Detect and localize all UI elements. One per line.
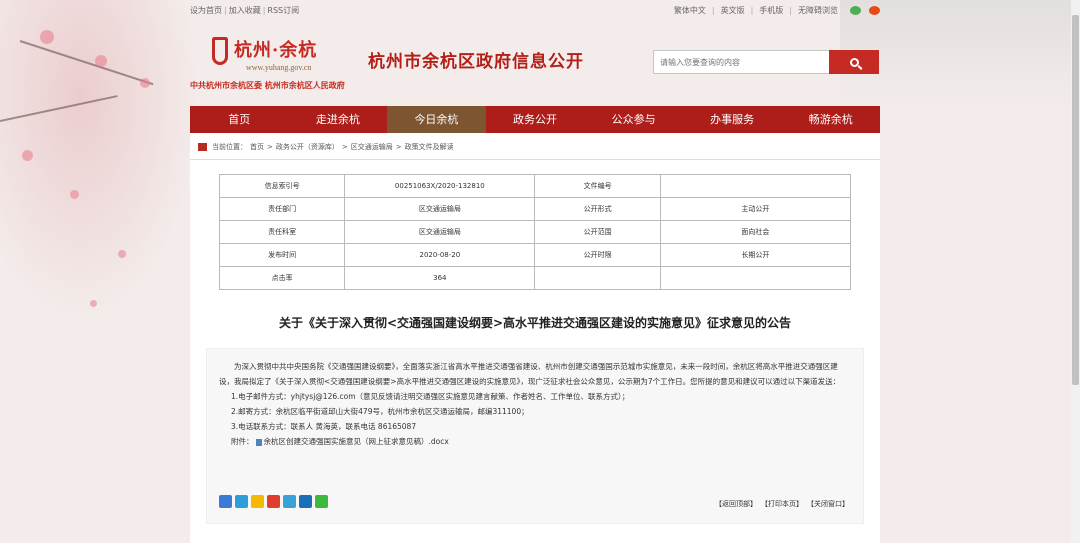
weibo-icon[interactable]: [869, 6, 880, 15]
info-value: 长期公开: [659, 243, 852, 267]
info-value: 区交通运输局: [344, 220, 536, 244]
main-content: 当前位置： 首页 > 政务公开（资源库） > 区交通运输局 > 政策文件及解读 信息索…: [190, 133, 880, 543]
logo-icon: [212, 37, 228, 65]
info-label: 点击率: [218, 266, 346, 290]
info-label: 责任科室: [218, 220, 346, 244]
main-nav: 首页 走进余杭 今日余杭 政务公开 公众参与 办事服务 畅游余杭: [190, 106, 880, 133]
breadcrumb-home[interactable]: 首页: [250, 142, 264, 152]
back-to-top-link[interactable]: 【返回顶部】: [715, 497, 757, 512]
wechat-icon[interactable]: [315, 495, 328, 508]
info-label: 公开形式: [534, 197, 661, 221]
blossom-decoration: [95, 55, 107, 67]
close-window-link[interactable]: 【关闭窗口】: [807, 497, 849, 512]
scrollbar-thumb[interactable]: [1072, 15, 1079, 385]
search-box: [653, 50, 879, 74]
branch-decoration: [0, 95, 118, 122]
location-icon: [198, 143, 207, 151]
document-title: 关于《关于深入贯彻<交通强国建设纲要>高水平推进交通强区建设的实施意见》征求意见…: [278, 316, 792, 330]
add-favorite-link[interactable]: 加入收藏: [229, 6, 261, 15]
breadcrumb: 当前位置： 首页 > 政务公开（资源库） > 区交通运输局 > 政策文件及解读: [198, 142, 454, 152]
blossom-decoration: [40, 30, 54, 44]
site-header: 杭州·余杭 www.yuhang.gov.cn 杭州市余杭区政府信息公开 中共杭…: [190, 30, 880, 100]
breadcrumb-transport-bureau[interactable]: 区交通运输局: [351, 142, 393, 152]
table-row: 发布时间 2020-08-20 公开时限 长期公开: [218, 243, 852, 267]
blossom-decoration: [22, 150, 33, 161]
qq-icon[interactable]: [235, 495, 248, 508]
top-utility-bar: 设为首页 | 加入收藏 | RSS订阅 繁体中文 | 英文版 | 手机版 | 无障碍浏览: [190, 4, 880, 18]
share-bar: [219, 495, 328, 508]
info-value: 00251063X/2020-132810: [344, 174, 536, 198]
info-value: 主动公开: [659, 197, 852, 221]
nav-item-today[interactable]: 今日余杭: [387, 106, 486, 133]
set-homepage-link[interactable]: 设为首页: [190, 6, 222, 15]
nav-item-tourism[interactable]: 畅游余杭: [781, 106, 880, 133]
blossom-decoration: [118, 250, 126, 258]
search-button[interactable]: [829, 50, 879, 74]
page-actions: 【返回顶部】 【打印本页】 【关闭窗口】: [715, 497, 849, 512]
nav-item-about[interactable]: 走进余杭: [289, 106, 388, 133]
table-row: 点击率 364: [218, 266, 852, 290]
breadcrumb-label: 当前位置：: [212, 143, 247, 151]
rss-link[interactable]: RSS订阅: [267, 6, 299, 15]
site-title: 杭州市余杭区政府信息公开: [368, 52, 584, 72]
print-page-link[interactable]: 【打印本页】: [761, 497, 803, 512]
search-input[interactable]: [654, 51, 830, 73]
table-row: 责任部门 区交通运输局 公开形式 主动公开: [218, 197, 852, 221]
channel-email: 1.电子邮件方式：yhjtysj@126.com（意见反馈请注明交通强区实施意见…: [231, 392, 630, 401]
blossom-decoration: [70, 190, 79, 199]
breadcrumb-gov-affairs[interactable]: 政务公开（资源库）: [276, 142, 339, 152]
header-subtitle: 中共杭州市余杭区委 杭州市余杭区人民政府: [190, 81, 345, 90]
nav-item-participation[interactable]: 公众参与: [584, 106, 683, 133]
info-table: 信息索引号 00251063X/2020-132810 文件编号 责任部门 区交…: [218, 174, 852, 290]
english-link[interactable]: 英文版: [721, 5, 745, 16]
info-label: 文件编号: [534, 174, 661, 198]
channel-mail: 2.邮寄方式：余杭区临平街道邱山大街479号，杭州市余杭区交通运输局，邮编311…: [231, 407, 529, 416]
nav-item-services[interactable]: 办事服务: [683, 106, 782, 133]
accessibility-link[interactable]: 无障碍浏览: [798, 5, 838, 16]
share-plus-icon[interactable]: [219, 495, 232, 508]
info-label: 公开范围: [534, 220, 661, 244]
info-value: 面向社会: [659, 220, 852, 244]
table-row: 信息索引号 00251063X/2020-132810 文件编号: [218, 174, 852, 198]
info-label: 信息索引号: [218, 174, 346, 198]
info-value: 2020-08-20: [344, 243, 536, 267]
info-value: 区交通运输局: [344, 197, 536, 221]
breadcrumb-policy[interactable]: 政策文件及解读: [405, 142, 454, 152]
document-intro: 为深入贯彻中共中央国务院《交通强国建设纲要》，全面落实浙江省高水平推进交通强省建…: [219, 362, 841, 386]
channel-phone: 3.电话联系方式：联系人 黄海英，联系电话 86165087: [231, 422, 417, 431]
tencent-weibo-icon[interactable]: [283, 495, 296, 508]
renren-icon[interactable]: [299, 495, 312, 508]
blossom-decoration: [90, 300, 97, 307]
logo-text: 杭州·余杭: [234, 40, 318, 61]
info-value: [659, 266, 852, 290]
vertical-scrollbar[interactable]: [1071, 0, 1080, 543]
branch-decoration: [19, 40, 154, 86]
nav-item-gov-affairs[interactable]: 政务公开: [486, 106, 585, 133]
blossom-decoration: [140, 78, 150, 88]
attachment-row: 附件： 余杭区创建交通强国实施意见（网上征求意见稿）.docx: [219, 434, 851, 449]
info-label: [534, 266, 661, 290]
info-label: 责任部门: [218, 197, 346, 221]
mobile-link[interactable]: 手机版: [759, 5, 783, 16]
attachment-label: 附件：: [231, 437, 254, 446]
word-file-icon: [255, 438, 262, 446]
info-label: 公开时限: [534, 243, 661, 267]
search-icon: [849, 57, 859, 67]
table-row: 责任科室 区交通运输局 公开范围 面向社会: [218, 220, 852, 244]
weibo-icon[interactable]: [267, 495, 280, 508]
traditional-chinese-link[interactable]: 繁体中文: [674, 5, 706, 16]
info-value: [659, 174, 852, 198]
logo-url: www.yuhang.gov.cn: [246, 63, 312, 72]
info-label: 发布时间: [218, 243, 346, 267]
document-body: 为深入贯彻中共中央国务院《交通强国建设纲要》，全面落实浙江省高水平推进交通强省建…: [206, 348, 864, 524]
info-value: 364: [344, 266, 536, 290]
attachment-link[interactable]: 余杭区创建交通强国实施意见（网上征求意见稿）.docx: [264, 437, 449, 446]
nav-item-home[interactable]: 首页: [190, 106, 289, 133]
divider: [190, 159, 880, 160]
qzone-icon[interactable]: [251, 495, 264, 508]
wechat-icon[interactable]: [850, 6, 861, 15]
